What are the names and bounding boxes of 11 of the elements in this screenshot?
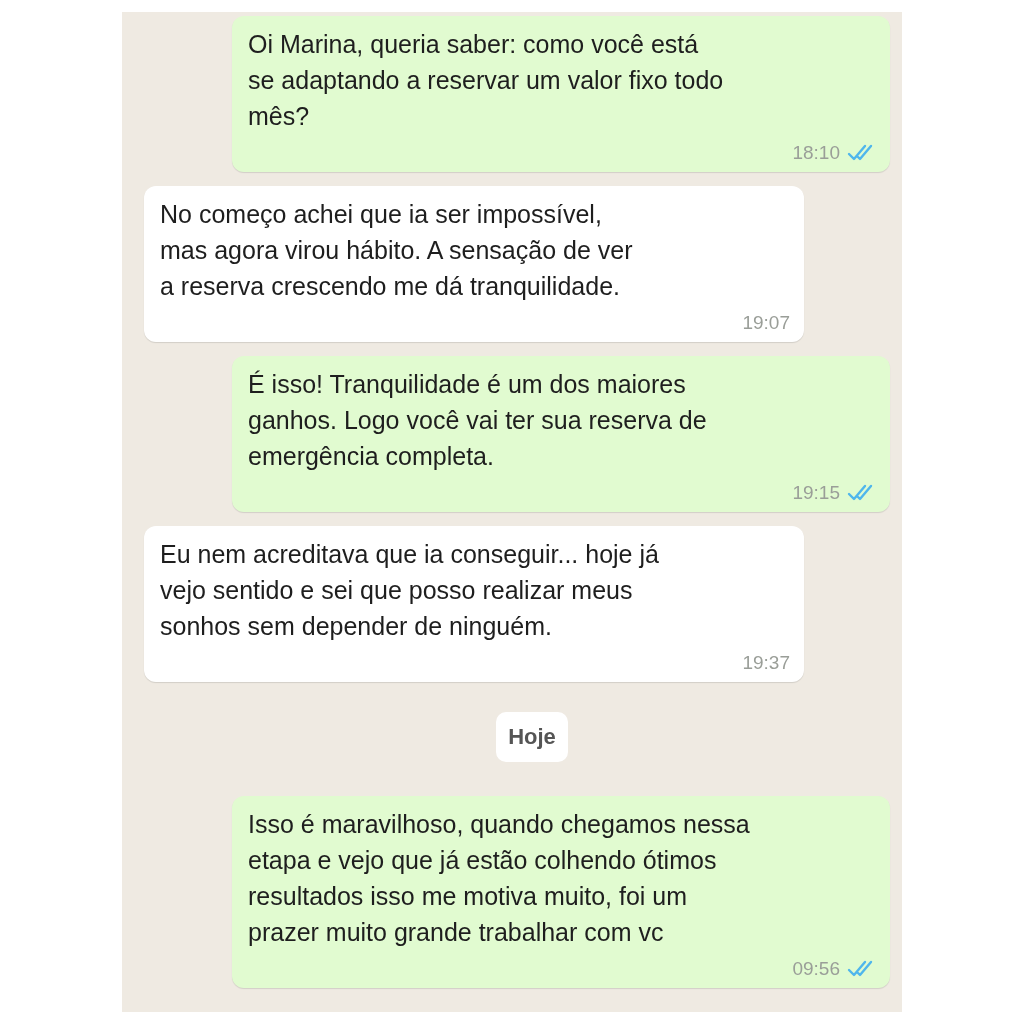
message-time: 09:56 [792,958,840,980]
message-time: 18:10 [792,142,840,164]
message-text: No começo achei que ia ser impossível, mas agora virou hábito. A sensação de ver a reserva crescendo me dá tranquilidade. [160,199,634,302]
message-time: 19:37 [742,652,790,674]
message-text: Oi Marina, queria saber: como você está se adaptando a reservar um valor fixo todo mês? [248,29,725,132]
message-text: Isso é maravilhoso, quando chegamos nessa etapa e vejo que já estão colhendo ótimos resultados isso me motiva muito, foi um prazer muito grande trabalhar com vc [248,809,751,948]
date-chip: Hoje [496,712,568,762]
message-text: É isso! Tranquilidade é um dos maiores ganhos. Logo você vai ter sua reserva de emergência completa. [248,369,708,472]
message-text: Eu nem acreditava que ia conseguir... hoje já vejo sentido e sei que posso realizar meus sonhos sem depender de ninguém. [160,539,660,642]
message-time: 19:15 [792,482,840,504]
message-time: 19:07 [742,312,790,334]
